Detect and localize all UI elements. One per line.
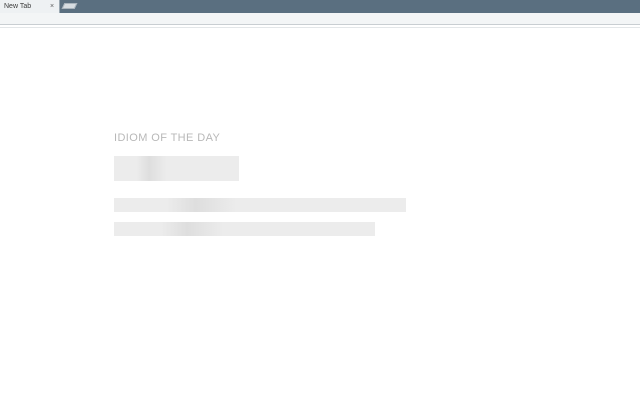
new-tab-icon[interactable] (61, 3, 78, 9)
browser-toolbar (0, 13, 640, 25)
page-heading: IDIOM OF THE DAY (114, 132, 221, 144)
tab-new-tab[interactable]: New Tab × (0, 0, 60, 13)
tab-strip: New Tab × (0, 0, 640, 13)
tab-title: New Tab (4, 3, 32, 10)
page-content: IDIOM OF THE DAY (0, 28, 640, 400)
idiom-text-placeholder (114, 222, 375, 236)
idiom-text-placeholder (114, 198, 406, 212)
browser-window: New Tab × IDIOM OF THE DAY (0, 0, 640, 400)
close-icon[interactable]: × (50, 1, 54, 12)
idiom-title-placeholder (114, 156, 239, 181)
